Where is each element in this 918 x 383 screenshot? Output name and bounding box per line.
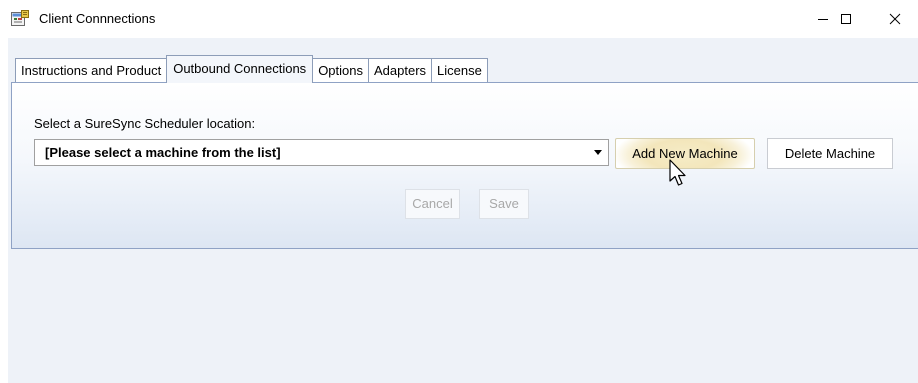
- maximize-icon: [840, 13, 852, 25]
- tab-adapters[interactable]: Adapters: [368, 58, 433, 83]
- title-bar[interactable]: Client Connnections: [0, 0, 918, 38]
- app-icon: [11, 10, 29, 27]
- delete-machine-button[interactable]: Delete Machine: [767, 138, 893, 169]
- save-button[interactable]: Save: [479, 189, 529, 219]
- scheduler-location-label: Select a SureSync Scheduler location:: [34, 116, 256, 131]
- cancel-button[interactable]: Cancel: [405, 189, 460, 219]
- machine-select-value: [Please select a machine from the list]: [45, 145, 281, 160]
- machine-select-dropdown[interactable]: [Please select a machine from the list]: [34, 139, 609, 166]
- window-title: Client Connnections: [39, 11, 156, 26]
- dropdown-arrow-icon[interactable]: [594, 150, 602, 155]
- tab-license[interactable]: License: [431, 58, 488, 83]
- tab-options[interactable]: Options: [312, 58, 369, 83]
- outbound-connections-panel: Select a SureSync Scheduler location: [P…: [11, 82, 918, 249]
- close-button[interactable]: [872, 0, 918, 38]
- client-connections-window: Client Connnections Instructions and Pro…: [0, 0, 918, 383]
- tab-outbound-connections[interactable]: Outbound Connections: [166, 55, 314, 83]
- maximize-button[interactable]: [823, 0, 869, 38]
- tab-strip: Instructions and Product Outbound Connec…: [15, 55, 488, 83]
- close-icon: [889, 13, 901, 25]
- tab-instructions-and-product[interactable]: Instructions and Product: [15, 58, 168, 83]
- add-new-machine-button[interactable]: Add New Machine: [615, 138, 755, 169]
